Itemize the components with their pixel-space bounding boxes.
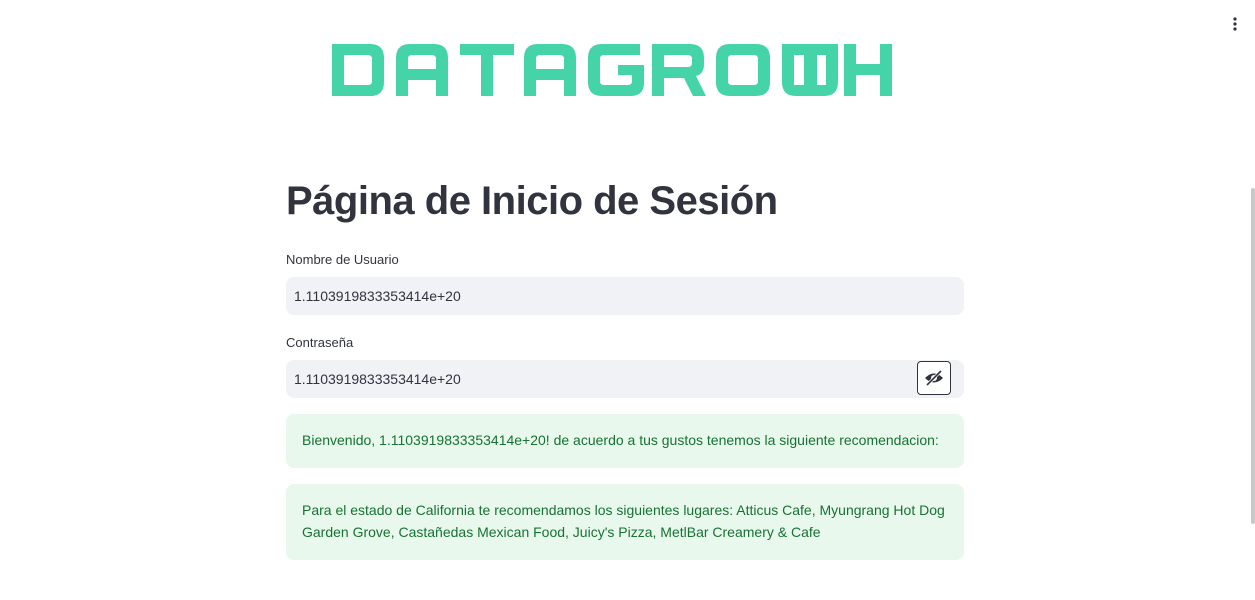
username-label: Nombre de Usuario	[286, 252, 399, 267]
recommendation-message-text: Para el estado de California te recomend…	[302, 502, 945, 540]
main-menu-button[interactable]	[1229, 14, 1241, 34]
recommendation-message: Para el estado de California te recomend…	[286, 484, 964, 560]
scrollbar[interactable]	[1251, 188, 1255, 524]
password-input[interactable]	[286, 360, 964, 398]
welcome-message-text: Bienvenido, 1.1103919833353414e+20! de a…	[302, 432, 939, 448]
logo-letters	[332, 44, 838, 96]
main-content: Página de Inicio de Sesión Nombre de Usu…	[286, 160, 964, 560]
password-field-container	[286, 360, 964, 398]
page-title: Página de Inicio de Sesión	[286, 179, 778, 223]
welcome-message: Bienvenido, 1.1103919833353414e+20! de a…	[286, 414, 964, 468]
logo-letters-th	[788, 44, 892, 96]
username-field-container	[286, 277, 964, 315]
vertical-dots-icon	[1233, 17, 1237, 31]
eye-slash-icon	[925, 370, 943, 386]
toggle-password-visibility-button[interactable]	[917, 361, 951, 395]
password-label: Contraseña	[286, 335, 354, 350]
username-input[interactable]	[286, 277, 964, 315]
